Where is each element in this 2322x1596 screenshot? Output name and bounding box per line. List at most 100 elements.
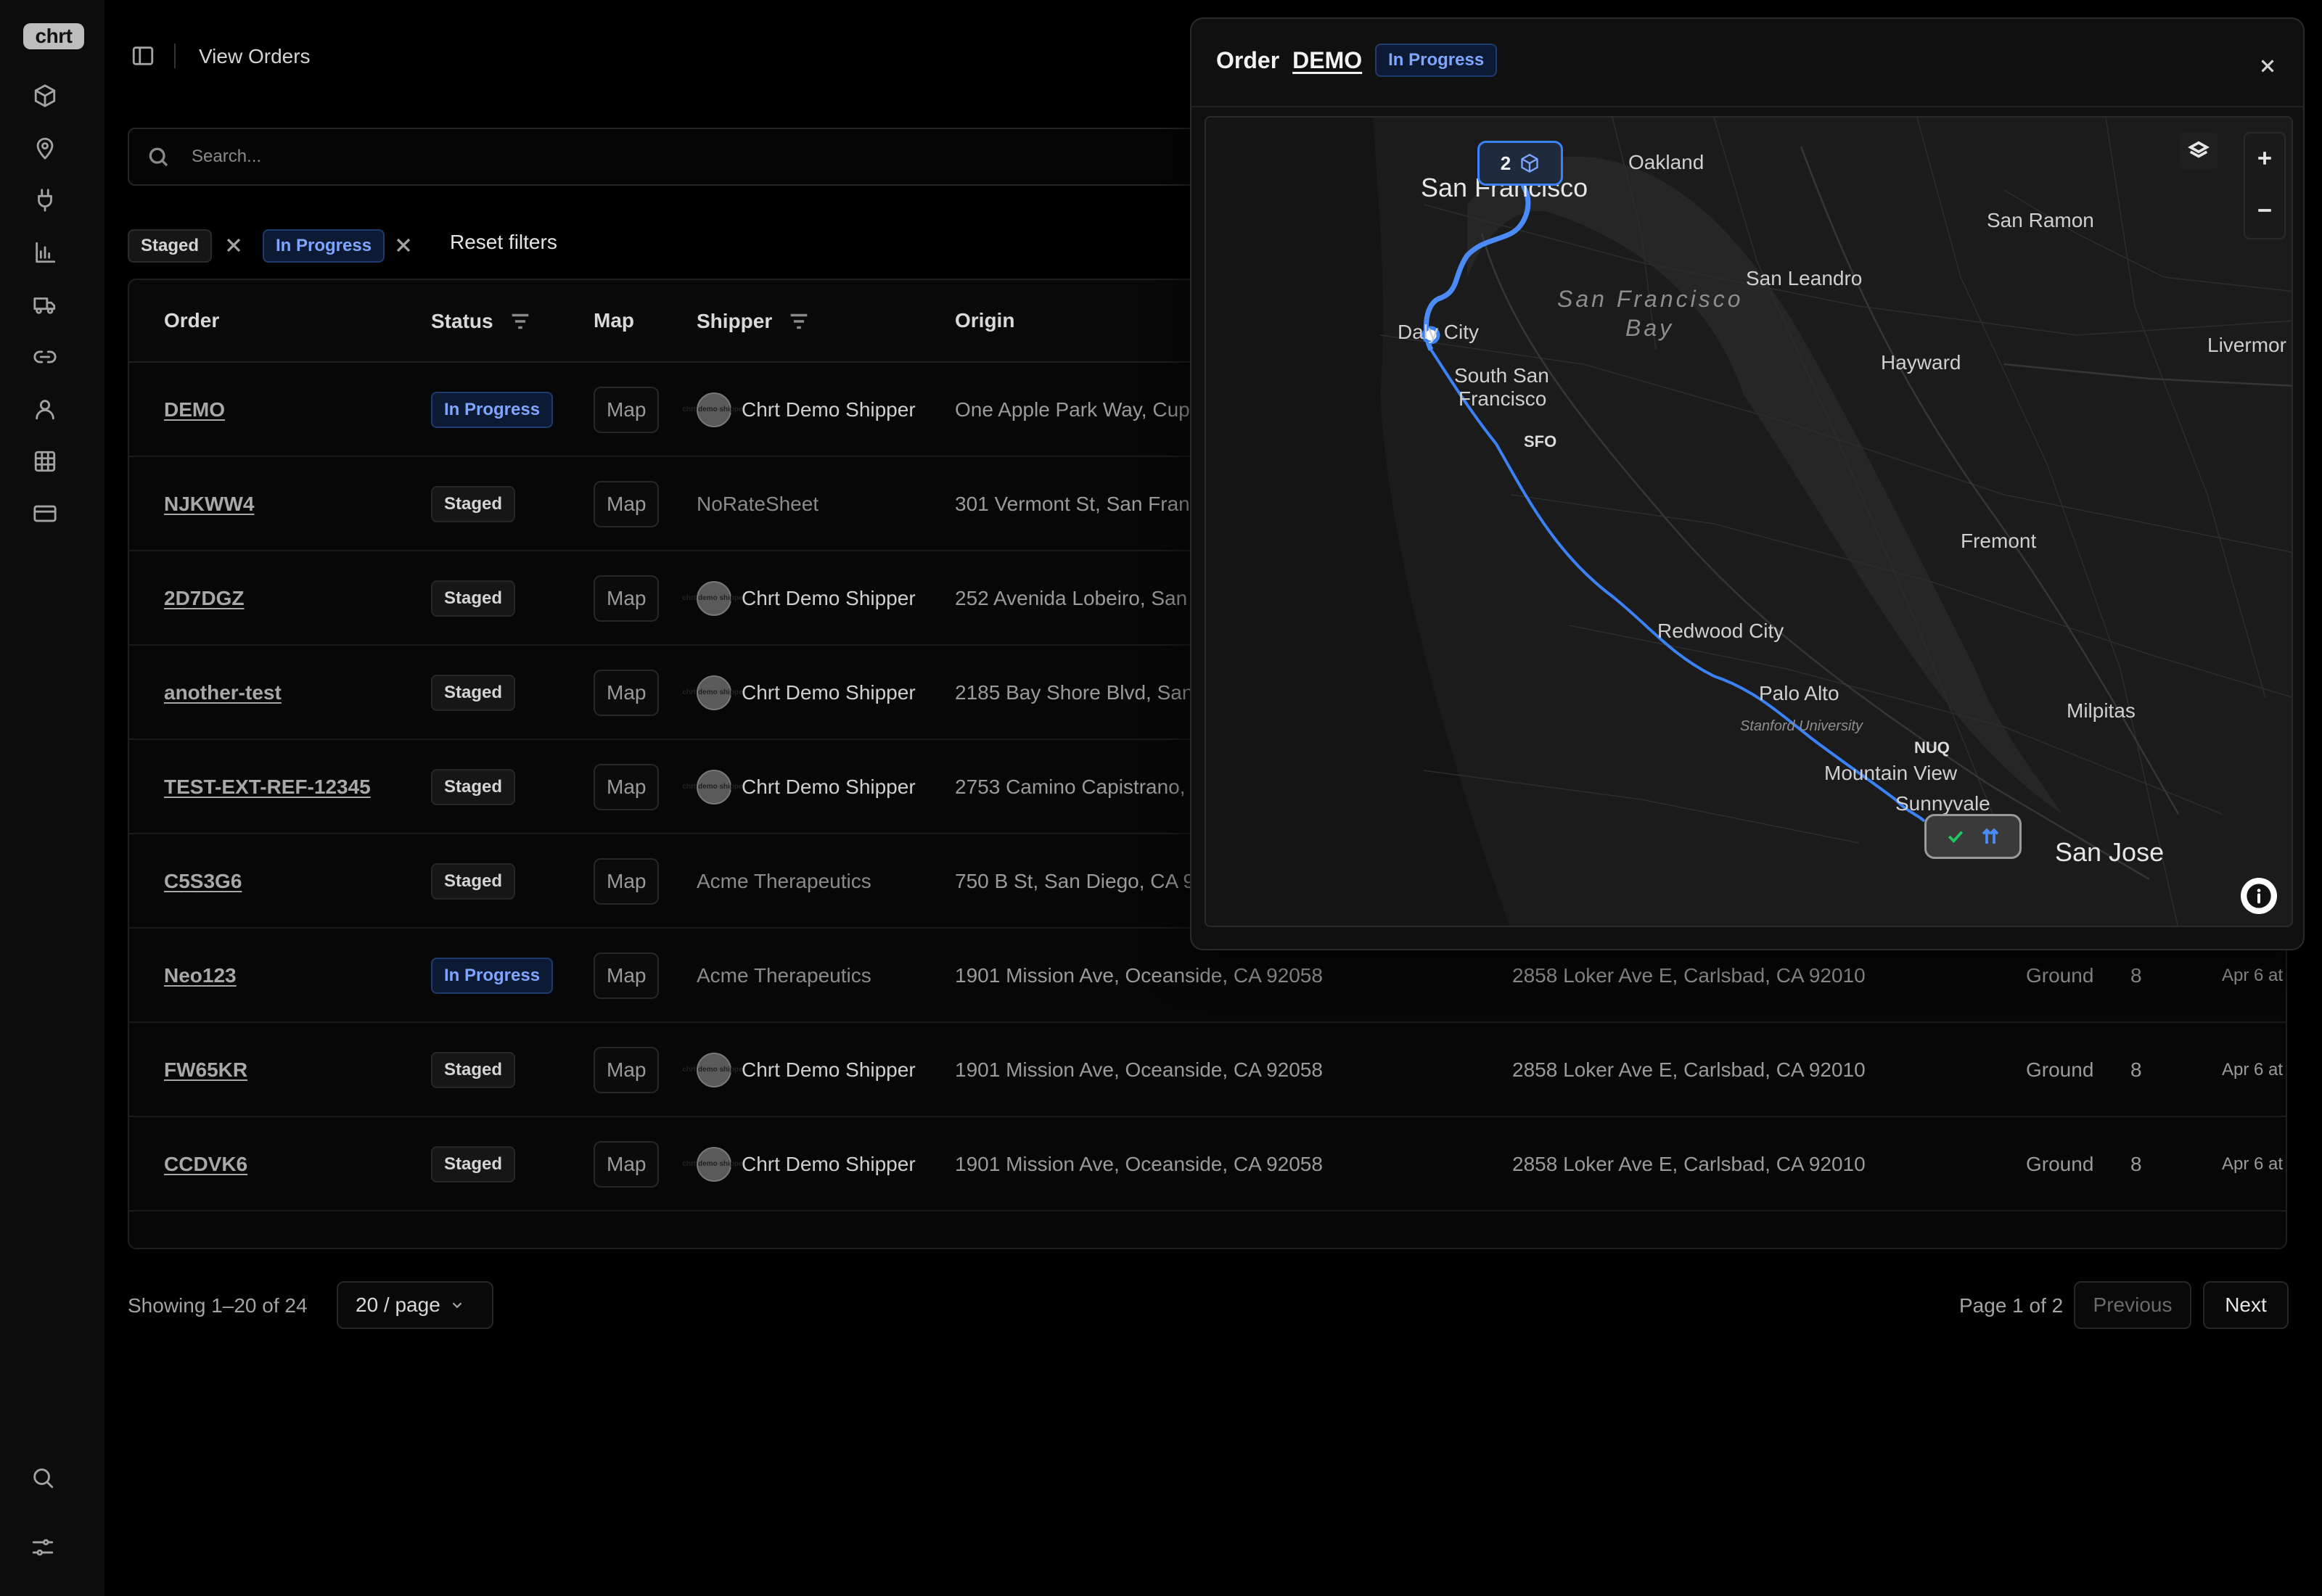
- order-id-link[interactable]: another-test: [164, 681, 282, 704]
- double-arrow-up-icon: [1982, 828, 1999, 844]
- bar-chart-icon[interactable]: [30, 238, 60, 267]
- page-info: Page 1 of 2: [1959, 1294, 2064, 1317]
- remove-filter-in-progress-close-icon[interactable]: [392, 234, 415, 257]
- destination-cell: 2858 Loker Ave E, Carlsbad, CA 92010: [1512, 1058, 1866, 1081]
- map-label-milpitas: Milpitas: [2067, 699, 2136, 722]
- order-id-link[interactable]: NJKWW4: [164, 493, 254, 516]
- map-cell: Map: [594, 929, 660, 1023]
- map-button[interactable]: Map: [594, 1047, 660, 1093]
- map-label-bay-2: Bay: [1625, 315, 1675, 341]
- shipper-name: NoRateSheet: [697, 493, 819, 515]
- filter-icon[interactable]: [787, 309, 811, 334]
- shipper-name: Chrt Demo Shipper: [742, 776, 916, 798]
- search-input[interactable]: [192, 142, 1265, 171]
- close-icon[interactable]: [2257, 55, 2281, 80]
- order-id-link[interactable]: FW65KR: [164, 1058, 247, 1082]
- map-button[interactable]: Map: [594, 1141, 660, 1188]
- map-button[interactable]: Map: [594, 387, 660, 433]
- previous-page-button[interactable]: Previous: [2074, 1281, 2191, 1329]
- quantity-cell: 8: [2130, 1153, 2142, 1175]
- plug-icon[interactable]: [30, 186, 60, 215]
- origin-cell: 301 Vermont St, San Fran: [955, 493, 1190, 515]
- table-icon[interactable]: [30, 447, 60, 476]
- order-cell: Neo123: [164, 929, 237, 1023]
- order-id-link[interactable]: 2D7DGZ: [164, 587, 244, 610]
- shipment-cluster-marker[interactable]: 2: [1477, 141, 1563, 186]
- credit-card-icon[interactable]: [30, 499, 60, 528]
- reset-filters-button[interactable]: Reset filters: [450, 231, 557, 254]
- shipper-cell: chrt demo shipper Chrt Demo Shipper: [682, 740, 916, 834]
- status-badge: Staged: [431, 580, 516, 617]
- filter-icon[interactable]: [508, 309, 533, 334]
- truck-icon[interactable]: [30, 290, 60, 319]
- next-page-button[interactable]: Next: [2203, 1281, 2289, 1329]
- avatar: chrt demo shipper: [682, 581, 746, 616]
- column-header-status[interactable]: Status: [431, 309, 533, 334]
- origin-cell: 1901 Mission Ave, Oceanside, CA 92058: [955, 1058, 1323, 1081]
- table-row[interactable]: CCDVK6 Staged Map chrt demo shipper Chrt Dem…: [129, 1117, 2286, 1212]
- shipper-name: Acme Therapeutics: [697, 964, 871, 987]
- table-row[interactable]: FW65KR Staged Map chrt demo shipper Chrt Dem…: [129, 1023, 2286, 1117]
- shipper-name: Chrt Demo Shipper: [742, 587, 916, 609]
- search-bar[interactable]: [128, 128, 1289, 186]
- map-label-palo-alto: Palo Alto: [1759, 682, 1839, 704]
- status-badge: In Progress: [1375, 44, 1498, 77]
- zoom-out-minus-icon[interactable]: [2246, 192, 2284, 229]
- service-cell: Ground: [2026, 1058, 2094, 1081]
- order-id-link[interactable]: CCDVK6: [164, 1153, 247, 1176]
- settings-sliders-icon[interactable]: [30, 1535, 60, 1564]
- column-header-order[interactable]: Order: [164, 309, 219, 332]
- map-cell: Map: [594, 740, 660, 834]
- map-button[interactable]: Map: [594, 481, 660, 527]
- link-icon[interactable]: [30, 342, 60, 371]
- box-icon[interactable]: [30, 81, 60, 110]
- status-badge: Staged: [431, 863, 516, 900]
- map-button[interactable]: Map: [594, 953, 660, 999]
- sidebar-toggle-icon[interactable]: [131, 44, 155, 68]
- destination-marker[interactable]: [1924, 814, 2022, 859]
- column-header-map: Map: [594, 309, 634, 332]
- shipper-cell: chrt demo shipper Chrt Demo Shipper: [682, 1023, 916, 1117]
- map-cell: Map: [594, 363, 660, 457]
- order-id-link[interactable]: DEMO: [164, 398, 225, 421]
- map-label-livermore: Livermor: [2207, 334, 2286, 356]
- order-id-link[interactable]: TEST-EXT-REF-12345: [164, 776, 371, 799]
- zoom-in-plus-icon[interactable]: [2246, 139, 2284, 177]
- map-label-south-sf-2: Francisco: [1459, 387, 1547, 410]
- status-cell: In Progress: [431, 929, 554, 1023]
- status-badge: Staged: [431, 1052, 516, 1088]
- status-badge: In Progress: [431, 958, 554, 994]
- layers-icon[interactable]: [2180, 132, 2218, 170]
- map-canvas[interactable]: [1206, 118, 2293, 927]
- map-label-oakland: Oakland: [1628, 151, 1704, 173]
- map-label-sunnyvale: Sunnyvale: [1895, 792, 1990, 815]
- origin-cell: 750 B St, San Diego, CA 9: [955, 870, 1194, 892]
- filter-chip-staged: Staged: [128, 229, 213, 263]
- app-logo[interactable]: chrt: [23, 23, 84, 49]
- map-button[interactable]: Map: [594, 764, 660, 810]
- order-id-link[interactable]: Neo123: [164, 964, 237, 987]
- status-cell: Staged: [431, 646, 516, 740]
- user-icon[interactable]: [30, 395, 60, 424]
- route-map[interactable]: San Francisco Oakland San Ramon San Lean…: [1205, 116, 2293, 927]
- column-header-shipper[interactable]: Shipper: [697, 309, 811, 334]
- status-cell: Staged: [431, 457, 516, 551]
- remove-filter-staged-close-icon[interactable]: [222, 234, 245, 257]
- map-button[interactable]: Map: [594, 858, 660, 905]
- status-cell: Staged: [431, 1023, 516, 1117]
- order-id-link[interactable]: DEMO: [1292, 47, 1362, 74]
- info-icon[interactable]: [2241, 878, 2277, 914]
- map-button[interactable]: Map: [594, 670, 660, 716]
- map-label-san-ramon: San Ramon: [1987, 209, 2094, 231]
- origin-cell: 1901 Mission Ave, Oceanside, CA 92058: [955, 1153, 1323, 1175]
- per-page-select[interactable]: 20 / page: [337, 1281, 493, 1329]
- location-pin-icon[interactable]: [30, 133, 60, 163]
- status-badge: Staged: [431, 769, 516, 805]
- map-button[interactable]: Map: [594, 575, 660, 622]
- shipper-cell: chrt demo shipper Chrt Demo Shipper: [682, 551, 916, 646]
- map-label-fremont: Fremont: [1961, 530, 2037, 552]
- search-icon[interactable]: [30, 1465, 60, 1494]
- order-id-link[interactable]: C5S3G6: [164, 870, 242, 893]
- column-header-origin[interactable]: Origin: [955, 309, 1014, 332]
- status-badge: Staged: [431, 675, 516, 711]
